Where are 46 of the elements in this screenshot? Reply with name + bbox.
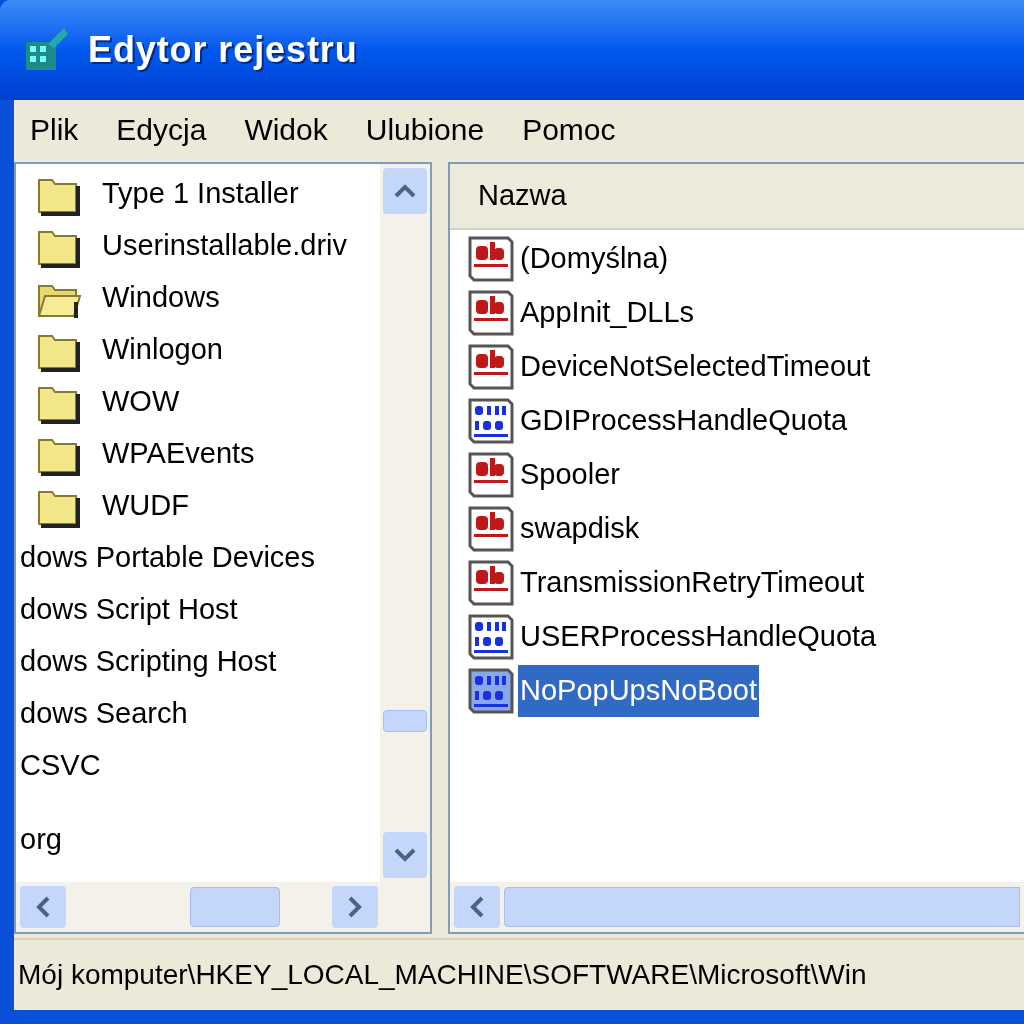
value-name[interactable]: swapdisk: [518, 503, 642, 555]
scroll-up-button[interactable]: [383, 168, 427, 214]
tree-item[interactable]: dows Search: [20, 692, 188, 736]
tree-item[interactable]: Userinstallable.driv: [102, 224, 347, 268]
tree-item[interactable]: dows Script Host: [20, 588, 238, 632]
scroll-left-button[interactable]: [454, 886, 500, 928]
tree-item[interactable]: WUDF: [102, 484, 189, 528]
value-name[interactable]: GDIProcessHandleQuota: [518, 395, 850, 447]
menu-item[interactable]: Widok: [244, 106, 328, 152]
tree-item[interactable]: dows Scripting Host: [20, 640, 277, 684]
value-name[interactable]: TransmissionRetryTimeout: [518, 557, 867, 609]
scroll-thumb[interactable]: [190, 887, 280, 927]
tree-item[interactable]: Windows: [102, 276, 220, 320]
menu-item[interactable]: Plik: [30, 106, 79, 152]
scroll-right-button[interactable]: [332, 886, 378, 928]
value-name[interactable]: USERProcessHandleQuota: [518, 611, 879, 663]
chevron-left-icon: [470, 896, 484, 918]
column-header[interactable]: Nazwa: [450, 164, 1024, 228]
horizontal-scrollbar[interactable]: [16, 882, 430, 932]
tree-item[interactable]: CSVC: [20, 744, 101, 788]
tree-item[interactable]: dows Portable Devices: [20, 536, 315, 580]
chevron-left-icon: [36, 896, 50, 918]
scroll-thumb[interactable]: [383, 710, 427, 732]
tree-item[interactable]: Type 1 Installer: [102, 172, 299, 216]
chevron-down-icon: [394, 848, 416, 862]
value-name[interactable]: Spooler: [518, 449, 622, 501]
menu-item[interactable]: Pomoc: [522, 106, 616, 152]
chevron-right-icon: [348, 896, 362, 918]
value-name[interactable]: NoPopUpsNoBoot: [518, 665, 759, 717]
tree-item[interactable]: org: [20, 818, 62, 862]
chevron-up-icon: [394, 184, 416, 198]
tree-item[interactable]: WOW: [102, 380, 180, 424]
menu-item[interactable]: Edycja: [116, 106, 207, 152]
scroll-left-button[interactable]: [20, 886, 66, 928]
value-name[interactable]: DeviceNotSelectedTimeout: [518, 341, 873, 393]
tree-item[interactable]: WPAEvents: [102, 432, 255, 476]
vertical-scrollbar[interactable]: [380, 164, 430, 882]
tree-item[interactable]: Winlogon: [102, 328, 223, 372]
status-path: Mój komputer\HKEY_LOCAL_MACHINE\SOFTWARE\Microsoft\Win: [18, 958, 867, 992]
window-title: Edytor rejestru: [88, 28, 358, 72]
menu-item[interactable]: Ulubione: [365, 106, 485, 152]
scroll-thumb[interactable]: [504, 887, 1020, 927]
value-name[interactable]: (Domyślna): [518, 233, 671, 285]
horizontal-scrollbar[interactable]: [450, 882, 1024, 932]
scroll-down-button[interactable]: [383, 832, 427, 878]
value-name[interactable]: AppInit_DLLs: [518, 287, 697, 339]
